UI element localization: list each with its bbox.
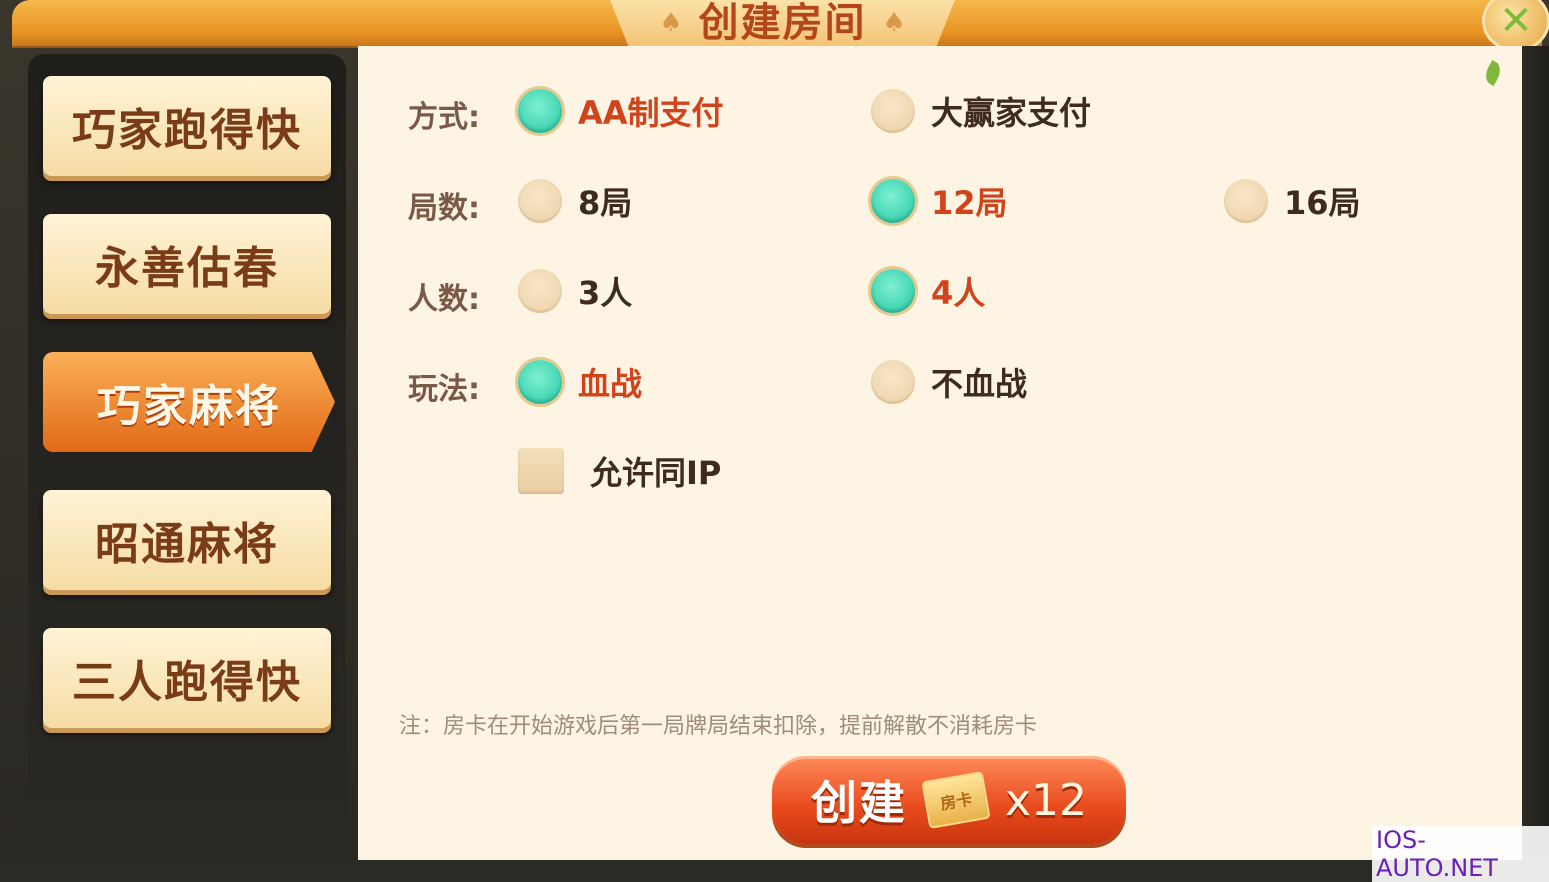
radio-unselected[interactable] [871,360,915,404]
rounds-option-12[interactable]: 12局 [871,178,1008,224]
room-card-note: 注：房卡在开始游戏后第一局牌局结束扣除，提前解散不消耗房卡 [399,714,1038,739]
payment-option-aa[interactable]: AA制支付 [518,88,724,134]
option-label: 允许同IP [590,454,722,492]
mode-option-buxuezhan[interactable]: 不血战 [871,359,1027,405]
option-label: 4人 [931,274,986,312]
option-label: 8局 [578,184,633,222]
option-label: 3人 [578,274,633,312]
room-card-icon: 房卡 [921,770,991,830]
rounds-label: 局数: [408,191,480,226]
option-label: 12局 [931,184,1008,222]
dialog-title: 创建房间 [698,0,867,46]
rounds-option-8[interactable]: 8局 [518,178,632,224]
players-option-3[interactable]: 3人 [518,268,632,314]
panel-edge [1522,46,1549,860]
radio-unselected[interactable] [518,269,562,313]
tab-qiaojia-paodekuai[interactable]: 巧家跑得快 [43,76,331,176]
radio-selected[interactable] [871,269,915,313]
room-card-cost: x12 [1004,774,1088,826]
option-label: AA制支付 [578,94,724,132]
radio-selected[interactable] [518,89,562,133]
tab-qiaojia-majiang[interactable]: 巧家麻将 [43,352,335,452]
spade-icon: ♠ [659,8,683,38]
players-option-4[interactable]: 4人 [871,268,985,314]
payment-option-winner[interactable]: 大赢家支付 [871,88,1091,134]
mode-label: 玩法: [408,372,480,407]
tab-sanren-paodekuai[interactable]: 三人跑得快 [43,628,331,728]
option-label: 血战 [578,365,643,403]
close-icon: ✕ [1499,0,1533,44]
dialog-title-plate: ♠ 创建房间 ♠ [610,0,955,52]
mode-option-xuezhan[interactable]: 血战 [518,359,642,405]
same-ip-option[interactable]: 允许同IP [518,448,721,494]
radio-selected[interactable] [871,179,915,223]
option-label: 不血战 [931,365,1028,403]
radio-selected[interactable] [518,360,562,404]
create-room-button[interactable]: 创建 房卡 x12 [772,756,1126,844]
players-label: 人数: [408,282,480,317]
rounds-option-16[interactable]: 16局 [1224,178,1361,224]
option-label: 大赢家支付 [931,94,1092,132]
spade-icon: ♠ [882,8,906,38]
same-ip-checkbox[interactable] [518,448,564,494]
payment-label: 方式: [408,100,480,135]
radio-unselected[interactable] [518,179,562,223]
option-label: 16局 [1284,184,1361,222]
tab-zhaotong-majiang[interactable]: 昭通麻将 [43,490,331,590]
radio-unselected[interactable] [1224,179,1268,223]
radio-unselected[interactable] [871,89,915,133]
create-label: 创建 [810,776,907,830]
watermark: IOS-AUTO.NET [1372,826,1549,882]
tab-yongshan-guchun[interactable]: 永善估春 [43,214,331,314]
